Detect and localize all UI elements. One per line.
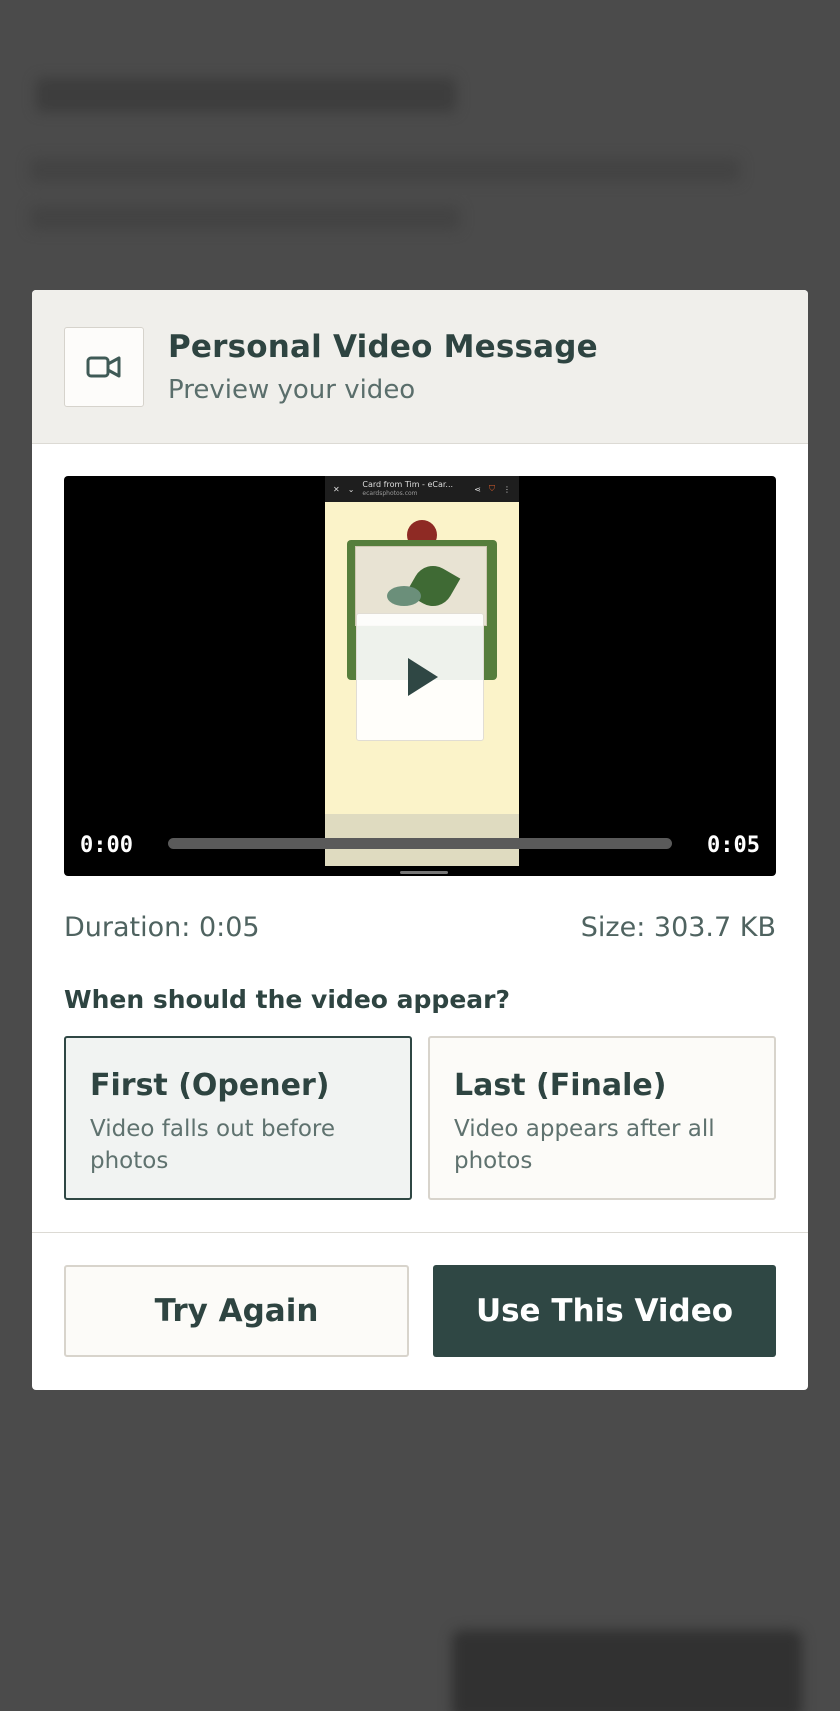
option-description: Video falls out before photos xyxy=(90,1116,336,1174)
current-time: 0:00 xyxy=(80,833,133,858)
home-indicator xyxy=(400,871,448,874)
embedded-browser-bar: ✕ ⌄ Card from Tim - eCar... ecardsphotos… xyxy=(325,476,519,502)
share-icon: ⋖ xyxy=(474,484,481,494)
video-camera-icon xyxy=(64,326,144,407)
chevron-down-icon: ⌄ xyxy=(347,484,355,494)
option-title: First (Opener) xyxy=(90,1068,330,1103)
placement-question: When should the video appear? xyxy=(64,985,510,1014)
video-progress-bar[interactable] xyxy=(168,838,672,849)
video-meta: Duration: 0:05 Size: 303.7 KB xyxy=(64,912,776,943)
video-player[interactable]: ✕ ⌄ Card from Tim - eCar... ecardsphotos… xyxy=(64,476,776,876)
total-duration-time: 0:05 xyxy=(707,833,760,858)
more-icon: ⋮ xyxy=(503,484,511,494)
close-icon: ✕ xyxy=(333,484,340,494)
play-icon xyxy=(408,658,438,696)
modal-title: Personal Video Message xyxy=(168,328,598,365)
play-button[interactable] xyxy=(356,613,484,741)
placement-options: First (Opener) Video falls out before ph… xyxy=(64,1036,776,1200)
duration-label: Duration: 0:05 xyxy=(64,912,260,943)
modal-footer: Try Again Use This Video xyxy=(32,1233,808,1357)
embedded-url: ecardsphotos.com xyxy=(362,490,418,497)
option-last-finale[interactable]: Last (Finale) Video appears after all ph… xyxy=(428,1036,776,1200)
shield-icon: ⛉ xyxy=(489,484,495,493)
modal-subtitle: Preview your video xyxy=(168,374,416,405)
size-label: Size: 303.7 KB xyxy=(580,912,776,943)
video-preview-modal: Personal Video Message Preview your vide… xyxy=(32,290,808,1390)
option-title: Last (Finale) xyxy=(454,1068,667,1103)
use-this-video-button[interactable]: Use This Video xyxy=(433,1265,776,1357)
option-first-opener[interactable]: First (Opener) Video falls out before ph… xyxy=(64,1036,412,1200)
option-description: Video appears after all photos xyxy=(454,1116,715,1174)
try-again-button[interactable]: Try Again xyxy=(64,1265,409,1357)
embedded-tab-title: Card from Tim - eCar... xyxy=(362,480,454,489)
leaf-decoration xyxy=(387,586,421,606)
modal-header: Personal Video Message Preview your vide… xyxy=(32,290,808,444)
